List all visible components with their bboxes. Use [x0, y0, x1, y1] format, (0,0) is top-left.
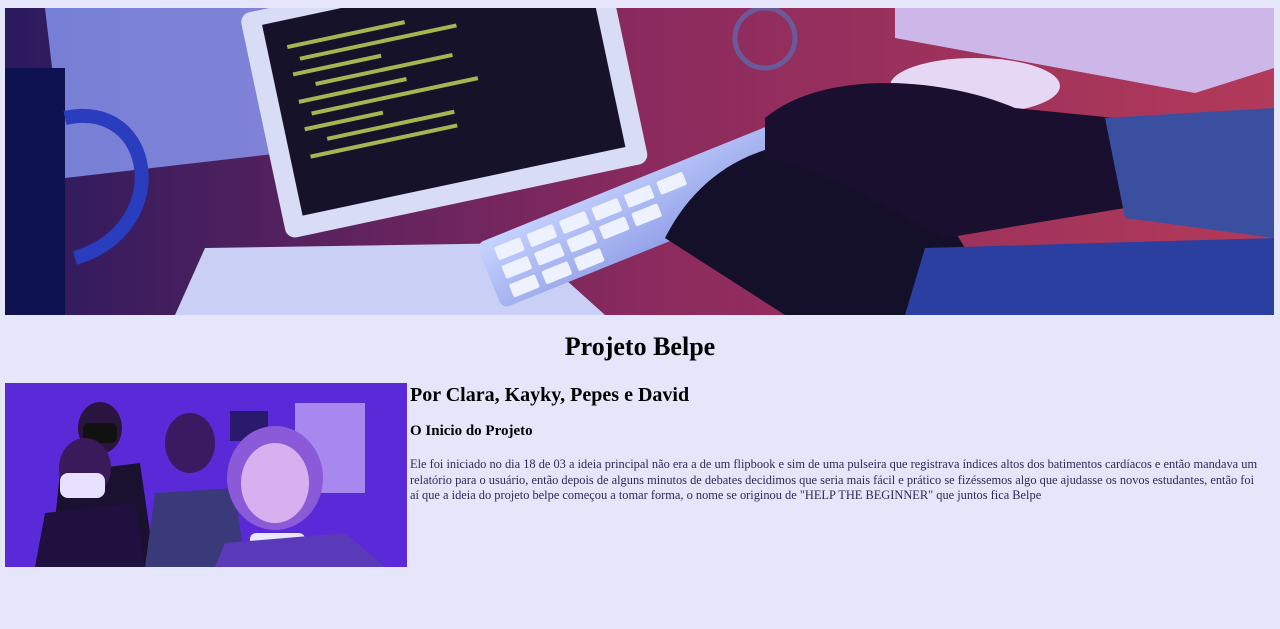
banner-illustration — [5, 8, 1274, 315]
section-title: O Inicio do Projeto — [410, 423, 533, 439]
group-photo — [5, 383, 407, 567]
authors-heading: Por Clara, Kayky, Pepes e David — [410, 384, 690, 406]
page-title: Projeto Belpe — [564, 332, 716, 361]
page: Projeto Belpe Por Clara, Kayky, Pepes e … — [0, 0, 1280, 629]
project-content: Por Clara, Kayky, Pepes e David O Inicio… — [410, 381, 1265, 504]
group-photo-illustration — [5, 383, 407, 567]
banner-image — [5, 8, 1274, 315]
section-paragraph: Ele foi iniciado no dia 18 de 03 a ideia… — [410, 457, 1258, 502]
